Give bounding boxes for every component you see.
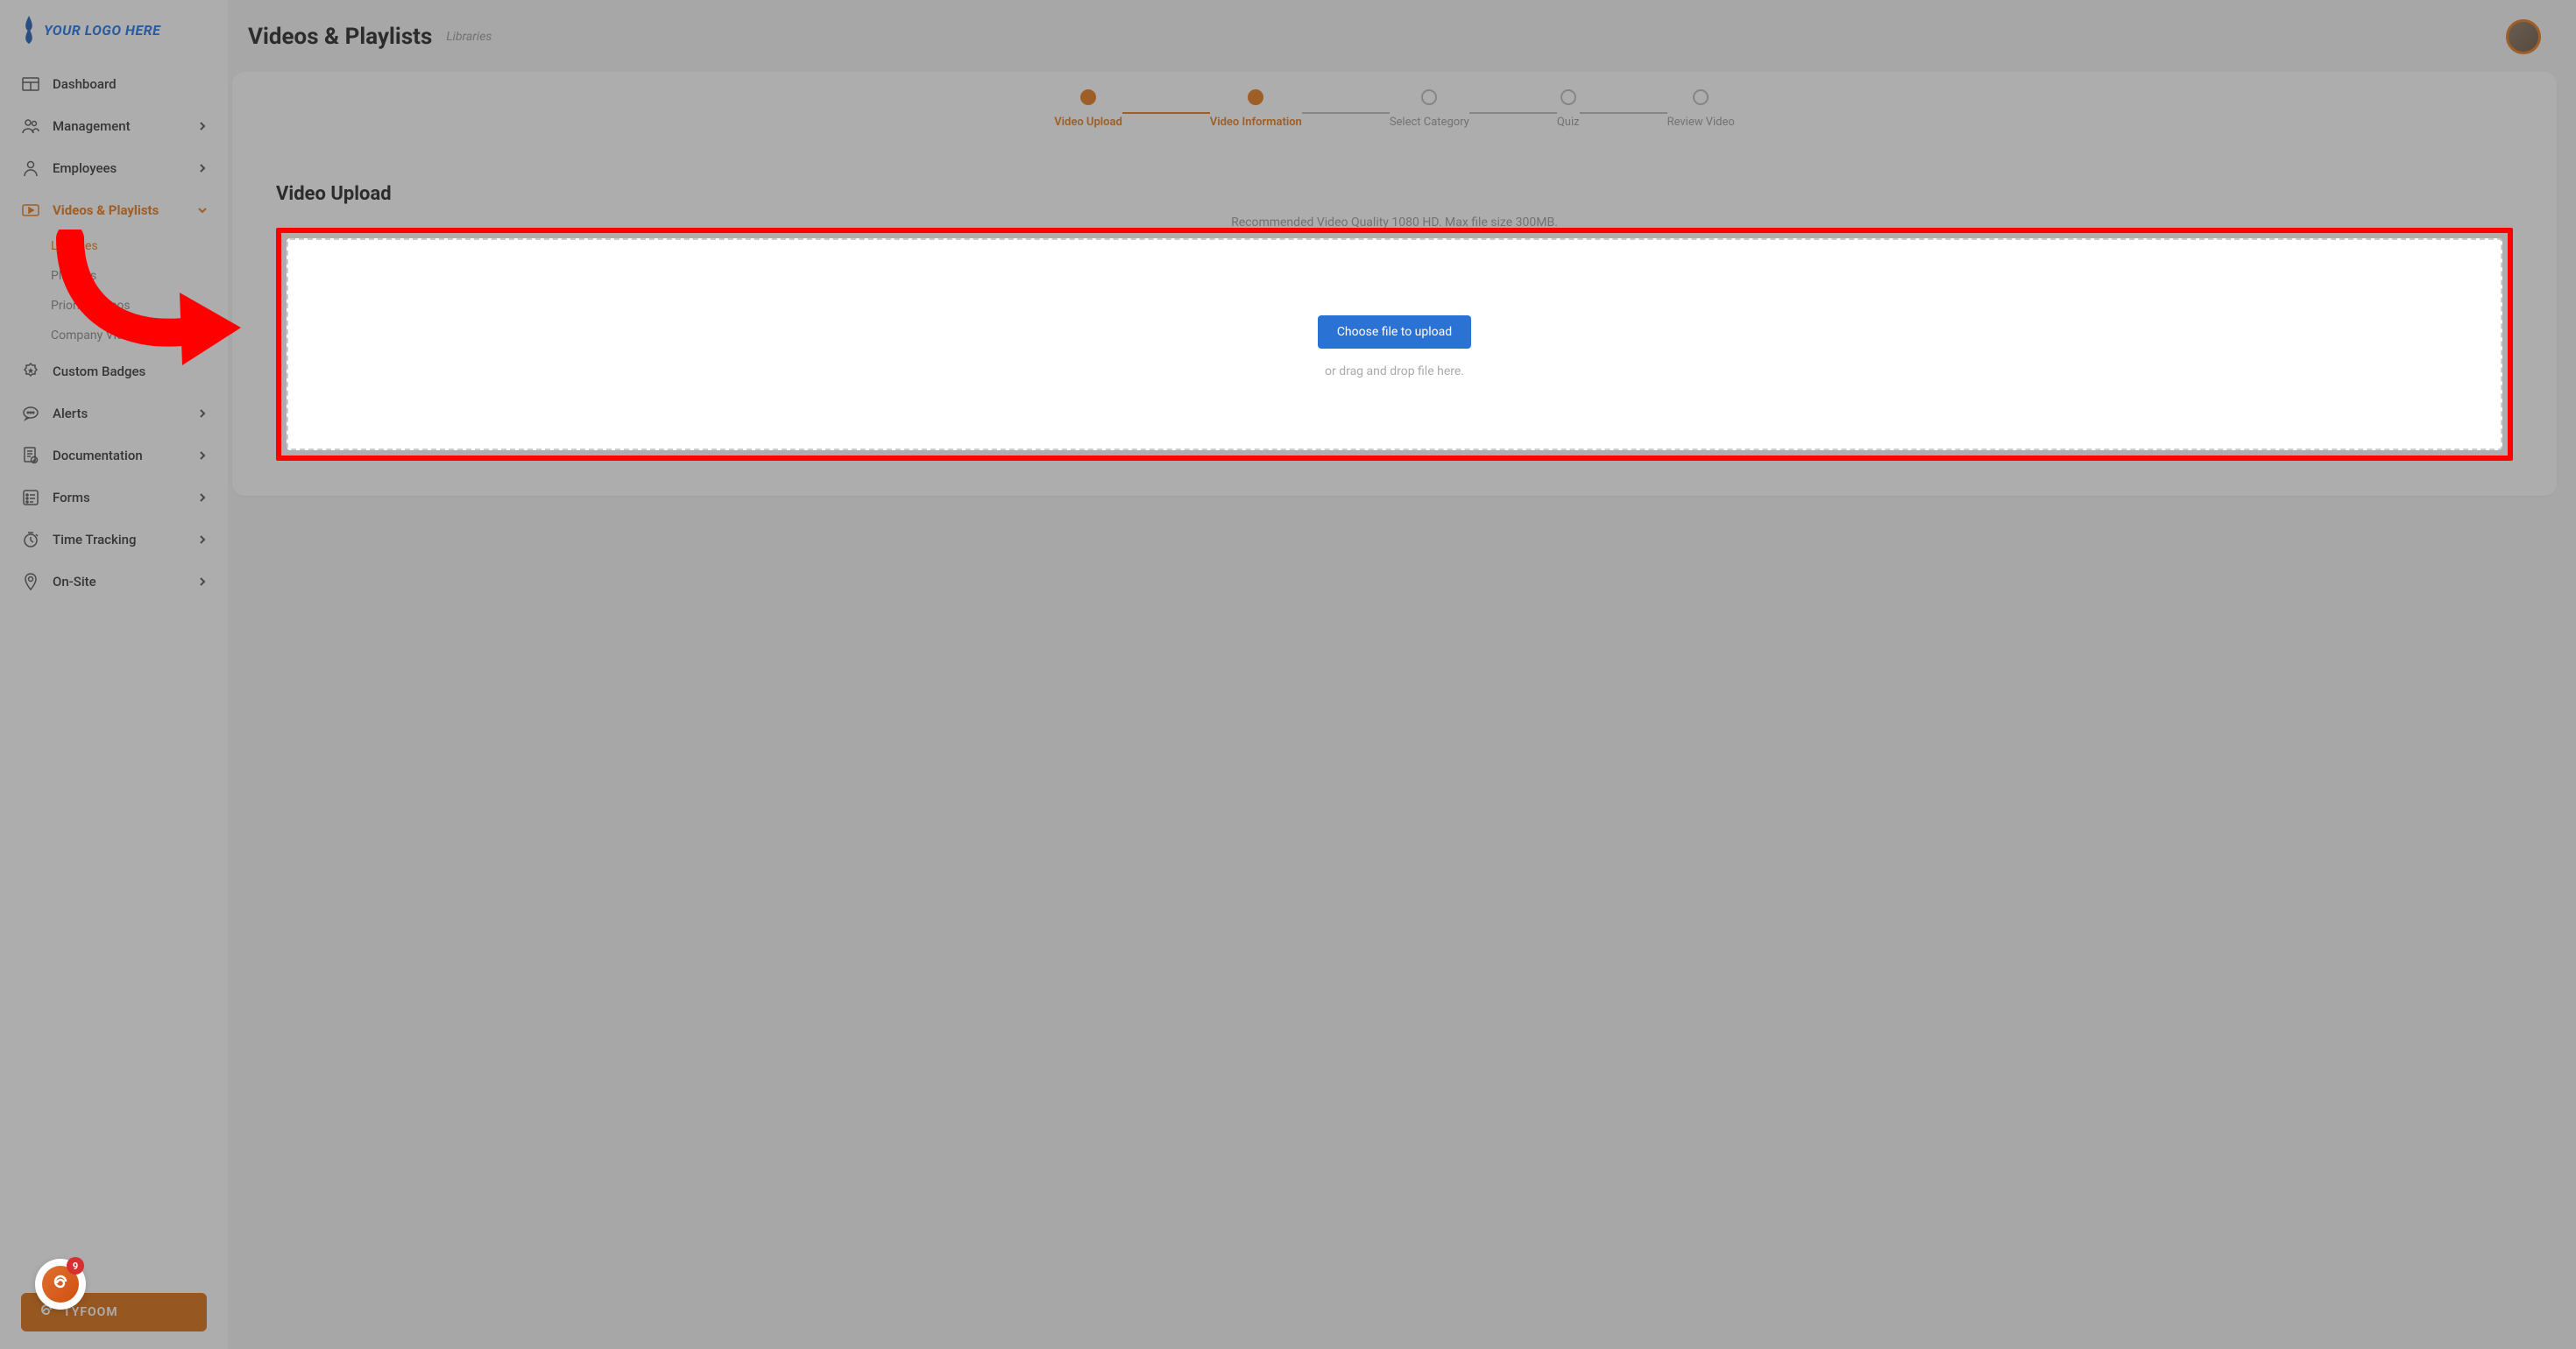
highlight-annotation: Choose file to upload or drag and drop f…: [276, 228, 2513, 461]
location-icon: [21, 573, 40, 590]
sidebar-item-videos-playlists[interactable]: Videos & Playlists: [0, 189, 228, 231]
breadcrumb: Libraries: [446, 30, 492, 44]
nav-label: On-Site: [53, 574, 96, 590]
step-label: Video Upload: [1054, 116, 1122, 129]
sidebar-item-time-tracking[interactable]: Time Tracking: [0, 519, 228, 561]
chevron-right-icon: [198, 451, 207, 460]
sidebar-item-management[interactable]: Management: [0, 105, 228, 147]
logo-text: YOUR LOGO HERE: [44, 22, 160, 39]
step-review-video[interactable]: Review Video: [1667, 89, 1735, 129]
chevron-down-icon: [198, 206, 207, 215]
people-icon: [21, 117, 40, 135]
step-circle-icon: [1080, 89, 1096, 105]
chevron-right-icon: [198, 164, 207, 173]
page-title: Videos & Playlists: [248, 24, 432, 50]
step-video-upload[interactable]: Video Upload: [1054, 89, 1122, 129]
sidebar-item-custom-badges[interactable]: Custom Badges: [0, 350, 228, 392]
sidebar-subitem-playlists[interactable]: Playlists: [51, 261, 228, 291]
step-label: Select Category: [1390, 116, 1469, 129]
stepper: Video Upload Video Information Select Ca…: [251, 89, 2537, 129]
avatar[interactable]: [2506, 19, 2541, 54]
form-icon: [21, 489, 40, 506]
nav-label: Documentation: [53, 448, 143, 463]
step-label: Video Information: [1210, 116, 1302, 129]
nav-label: Management: [53, 118, 131, 134]
step-circle-icon: [1421, 89, 1437, 105]
logo[interactable]: YOUR LOGO HERE: [0, 16, 228, 63]
nav-label: Custom Badges: [53, 364, 145, 379]
chevron-right-icon: [198, 493, 207, 502]
step-connector: [1302, 112, 1390, 114]
step-label: Review Video: [1667, 116, 1735, 129]
person-icon: [21, 159, 40, 177]
badge-icon: [21, 363, 40, 380]
sidebar-subitem-priority-videos[interactable]: Priority Videos: [51, 291, 228, 321]
choose-file-button[interactable]: Choose file to upload: [1318, 315, 1471, 349]
step-select-category[interactable]: Select Category: [1390, 89, 1469, 129]
step-connector: [1580, 112, 1667, 114]
sidebar-item-on-site[interactable]: On-Site: [0, 561, 228, 603]
step-circle-icon: [1560, 89, 1576, 105]
video-icon: [21, 201, 40, 219]
step-circle-icon: [1693, 89, 1709, 105]
document-icon: [21, 447, 40, 464]
sidebar-subitems: Libraries Playlists Priority Videos Comp…: [0, 231, 228, 350]
step-connector: [1469, 112, 1557, 114]
step-label: Quiz: [1557, 116, 1580, 129]
step-circle-icon: [1248, 89, 1263, 105]
chevron-right-icon: [198, 535, 207, 544]
page-header: Videos & Playlists Libraries: [232, 0, 2557, 72]
sidebar-item-documentation[interactable]: Documentation: [0, 434, 228, 477]
sidebar: YOUR LOGO HERE Dashboard Management Empl…: [0, 0, 228, 1349]
chevron-right-icon: [198, 122, 207, 131]
step-video-information[interactable]: Video Information: [1210, 89, 1302, 129]
notification-badge[interactable]: 9: [35, 1259, 86, 1310]
sidebar-item-dashboard[interactable]: Dashboard: [0, 63, 228, 105]
sidebar-subitem-libraries[interactable]: Libraries: [51, 231, 228, 261]
nav-label: Time Tracking: [53, 532, 137, 547]
nav-label: Videos & Playlists: [53, 202, 159, 218]
sidebar-item-alerts[interactable]: Alerts: [0, 392, 228, 434]
sidebar-subitem-company-video-library[interactable]: Company Video Library: [51, 321, 228, 350]
nav-label: Forms: [53, 490, 90, 505]
nav-label: Dashboard: [53, 76, 117, 92]
logo-icon: [21, 16, 37, 44]
main-content: Videos & Playlists Libraries Video Uploa…: [228, 0, 2576, 1349]
step-connector: [1122, 112, 1210, 114]
dropzone[interactable]: Choose file to upload or drag and drop f…: [287, 238, 2502, 450]
dashboard-icon: [21, 75, 40, 93]
sidebar-item-forms[interactable]: Forms: [0, 477, 228, 519]
dropzone-hint: or drag and drop file here.: [306, 364, 2483, 378]
clock-icon: [21, 531, 40, 548]
badge-count: 9: [67, 1257, 84, 1275]
panel-title: Video Upload: [276, 183, 2513, 215]
step-quiz[interactable]: Quiz: [1557, 89, 1580, 129]
tyfoom-label: TYFOOM: [63, 1305, 118, 1319]
nav-label: Alerts: [53, 406, 88, 421]
chevron-right-icon: [198, 409, 207, 418]
chevron-right-icon: [198, 577, 207, 586]
sidebar-item-employees[interactable]: Employees: [0, 147, 228, 189]
nav-label: Employees: [53, 160, 117, 176]
content-card: Video Upload Video Information Select Ca…: [232, 72, 2557, 496]
upload-panel: Video Upload Recommended Video Quality 1…: [251, 160, 2537, 487]
alert-icon: [21, 405, 40, 422]
